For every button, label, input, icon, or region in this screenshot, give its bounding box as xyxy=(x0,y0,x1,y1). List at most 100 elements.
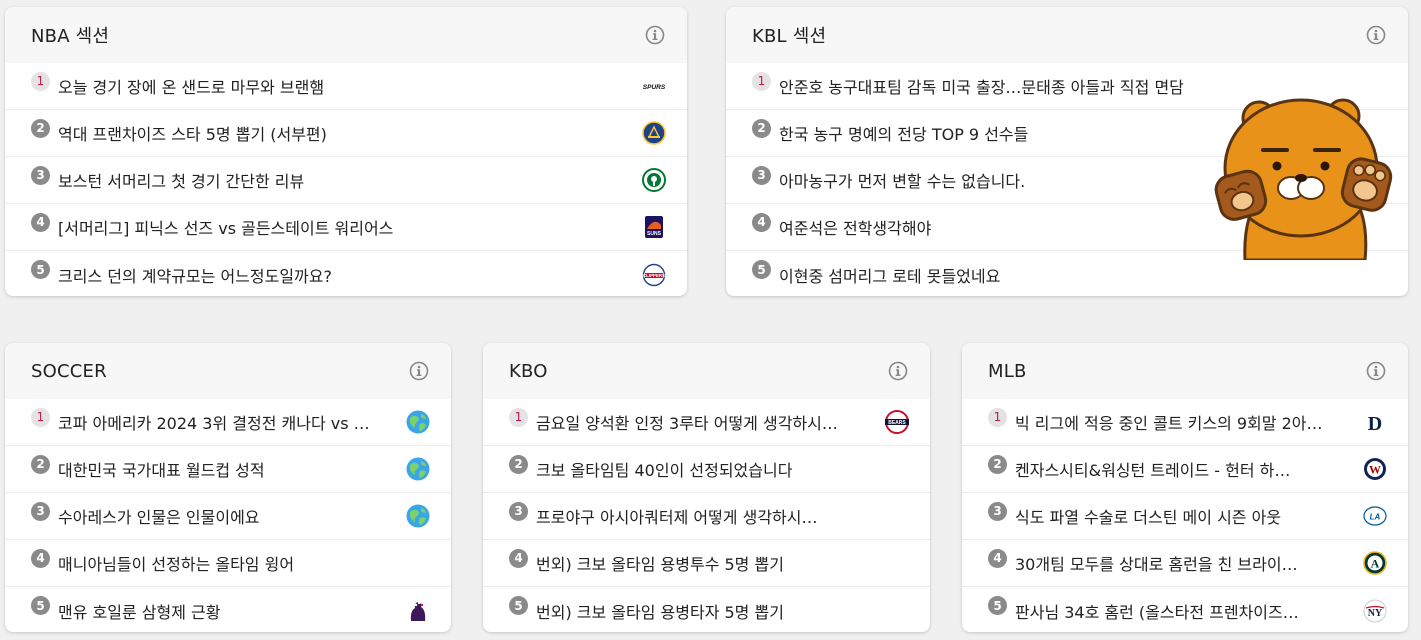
post-title[interactable]: 30개팀 모두를 상대로 홈런을 친 브라이… xyxy=(1015,551,1350,575)
rank-badge: 2 xyxy=(509,454,528,474)
list-item[interactable]: 4 여준석은 전학생각해야 xyxy=(726,204,1408,251)
info-icon[interactable] xyxy=(1366,25,1386,45)
mlb-section-card: MLB 1 빅 리그에 적응 중인 콜트 키스의 9회말 2아… D 2 켄자스… xyxy=(962,343,1408,632)
post-title[interactable]: 안준호 농구대표팀 감독 미국 출장…문태종 아들과 직접 면담 xyxy=(779,74,1388,98)
tigers-logo: D xyxy=(1362,409,1388,435)
post-title[interactable]: 크보 올타임팀 40인이 선정되었습니다 xyxy=(536,457,910,481)
post-title[interactable]: 매니아님들이 선정하는 올타임 윙어 xyxy=(58,551,431,575)
mlb-section-header: MLB xyxy=(962,343,1408,399)
rank-badge: 4 xyxy=(752,212,771,232)
premier-league-logo xyxy=(405,598,431,624)
list-item[interactable]: 2 역대 프랜차이즈 스타 5명 뽑기 (서부편) xyxy=(5,110,687,157)
list-item[interactable]: 1 코파 아메리카 2024 3위 결정전 캐나다 vs … xyxy=(5,399,451,446)
rank-badge: 3 xyxy=(752,165,771,185)
post-title[interactable]: 번외) 크보 올타임 용병타자 5명 뽑기 xyxy=(536,599,910,623)
rank-badge: 5 xyxy=(31,596,50,615)
list-item[interactable]: 5 판사님 34호 홈런 (올스타전 프렌차이즈… NY xyxy=(962,587,1408,632)
list-item[interactable]: 4 번외) 크보 올타임 용병투수 5명 뽑기 xyxy=(483,540,930,587)
rank-badge: 3 xyxy=(31,501,50,521)
post-title[interactable]: 여준석은 전학생각해야 xyxy=(779,215,1388,239)
post-title[interactable]: 프로야구 아시아쿼터제 어떻게 생각하시… xyxy=(536,504,910,528)
athletics-logo-text: A xyxy=(1371,557,1380,571)
globe-icon xyxy=(405,503,431,529)
post-title[interactable]: 수아레스가 인물은 인물이에요 xyxy=(58,504,393,528)
nba-section-title[interactable]: NBA 섹션 xyxy=(31,22,109,48)
post-title[interactable]: [서머리그] 피닉스 선즈 vs 골든스테이트 워리어스 xyxy=(58,215,629,239)
list-item[interactable]: 2 한국 농구 명예의 전당 TOP 9 선수들 xyxy=(726,110,1408,157)
rank-badge: 3 xyxy=(31,165,50,185)
post-title[interactable]: 보스턴 서머리그 첫 경기 간단한 리뷰 xyxy=(58,168,629,192)
tigers-logo-text: D xyxy=(1368,413,1382,434)
post-title[interactable]: 코파 아메리카 2024 3위 결정전 캐나다 vs … xyxy=(58,410,393,434)
soccer-section-card: SOCCER 1 코파 아메리카 2024 3위 결정전 캐나다 vs … 2 … xyxy=(5,343,451,632)
list-item[interactable]: 3 프로야구 아시아쿼터제 어떻게 생각하시… xyxy=(483,493,930,540)
post-title[interactable]: 오늘 경기 장에 온 샌드로 마무와 브랜햄 xyxy=(58,74,629,98)
info-icon[interactable] xyxy=(645,25,665,45)
post-title[interactable]: 빅 리그에 적응 중인 콜트 키스의 9회말 2아… xyxy=(1015,410,1350,434)
nba-section-header: NBA 섹션 xyxy=(5,7,687,63)
post-title[interactable]: 한국 농구 명예의 전당 TOP 9 선수들 xyxy=(779,121,1388,145)
list-item[interactable]: 1 안준호 농구대표팀 감독 미국 출장…문태종 아들과 직접 면담 xyxy=(726,63,1408,110)
bears-logo: BEARS xyxy=(884,409,910,435)
kbl-section-title[interactable]: KBL 섹션 xyxy=(752,22,826,48)
list-item[interactable]: 3 보스턴 서머리그 첫 경기 간단한 리뷰 xyxy=(5,157,687,204)
list-item[interactable]: 3 식도 파열 수술로 더스틴 메이 시즌 아웃 LA xyxy=(962,493,1408,540)
post-title[interactable]: 금요일 양석환 인정 3루타 어떻게 생각하시… xyxy=(536,410,872,434)
rank-badge: 2 xyxy=(31,118,50,138)
soccer-section-header: SOCCER xyxy=(5,343,451,399)
list-item[interactable]: 4 30개팀 모두를 상대로 홈런을 친 브라이… A xyxy=(962,540,1408,587)
info-icon[interactable] xyxy=(409,361,429,381)
kbo-post-list: 1 금요일 양석환 인정 3루타 어떻게 생각하시… BEARS 2 크보 올타… xyxy=(483,399,930,632)
soccer-post-list: 1 코파 아메리카 2024 3위 결정전 캐나다 vs … 2 대한민국 국가… xyxy=(5,399,451,632)
list-item[interactable]: 3 수아레스가 인물은 인물이에요 xyxy=(5,493,451,540)
list-item[interactable]: 3 아마농구가 먼저 변할 수는 없습니다. xyxy=(726,157,1408,204)
list-item[interactable]: 5 번외) 크보 올타임 용병타자 5명 뽑기 xyxy=(483,587,930,632)
kbo-section-card: KBO 1 금요일 양석환 인정 3루타 어떻게 생각하시… BEARS 2 크… xyxy=(483,343,930,632)
athletics-logo: A xyxy=(1362,550,1388,576)
rank-badge: 1 xyxy=(752,71,771,91)
rank-badge: 2 xyxy=(752,118,771,138)
list-item[interactable]: 2 켄자스시티&워싱턴 트레이드 - 헌터 하… W xyxy=(962,446,1408,493)
post-title[interactable]: 번외) 크보 올타임 용병투수 5명 뽑기 xyxy=(536,551,910,575)
rank-badge: 5 xyxy=(988,596,1007,615)
soccer-section-title[interactable]: SOCCER xyxy=(31,361,107,382)
info-icon[interactable] xyxy=(888,361,908,381)
list-item[interactable]: 1 빅 리그에 적응 중인 콜트 키스의 9회말 2아… D xyxy=(962,399,1408,446)
post-title[interactable]: 켄자스시티&워싱턴 트레이드 - 헌터 하… xyxy=(1015,457,1350,481)
kbo-section-title[interactable]: KBO xyxy=(509,361,548,382)
rank-badge: 5 xyxy=(752,260,771,279)
rank-badge: 1 xyxy=(31,407,50,427)
mlb-section-title[interactable]: MLB xyxy=(988,361,1027,382)
list-item[interactable]: 4 매니아님들이 선정하는 올타임 윙어 xyxy=(5,540,451,587)
spurs-logo: SPURS xyxy=(641,73,667,99)
clippers-logo: CLIPPERS xyxy=(641,262,667,288)
kbl-section-header: KBL 섹션 xyxy=(726,7,1408,63)
post-title[interactable]: 대한민국 국가대표 월드컵 성적 xyxy=(58,457,393,481)
post-title[interactable]: 아마농구가 먼저 변할 수는 없습니다. xyxy=(779,168,1388,192)
list-item[interactable]: 1 금요일 양석환 인정 3루타 어떻게 생각하시… BEARS xyxy=(483,399,930,446)
list-item[interactable]: 5 맨유 호일룬 삼형제 근황 xyxy=(5,587,451,632)
post-title[interactable]: 역대 프랜차이즈 스타 5명 뽑기 (서부편) xyxy=(58,121,629,145)
globe-icon xyxy=(405,409,431,435)
list-item[interactable]: 4 [서머리그] 피닉스 선즈 vs 골든스테이트 워리어스 SUNS xyxy=(5,204,687,251)
post-title[interactable]: 맨유 호일룬 삼형제 근황 xyxy=(58,599,393,623)
rank-badge: 2 xyxy=(988,454,1007,474)
post-title[interactable]: 크리스 던의 계약규모는 어느정도일까요? xyxy=(58,263,629,287)
info-icon[interactable] xyxy=(1366,361,1386,381)
post-title[interactable]: 이현중 섬머리그 로테 못들었네요 xyxy=(779,263,1388,287)
warriors-logo xyxy=(641,120,667,146)
post-title[interactable]: 판사님 34호 홈런 (올스타전 프렌차이즈… xyxy=(1015,599,1350,623)
spurs-logo-text: SPURS xyxy=(643,84,666,91)
clippers-logo-text: CLIPPERS xyxy=(643,273,665,278)
post-title[interactable]: 식도 파열 수술로 더스틴 메이 시즌 아웃 xyxy=(1015,504,1350,528)
nba-section-card: NBA 섹션 1 오늘 경기 장에 온 샌드로 마무와 브랜햄 SPURS 2 … xyxy=(5,7,687,296)
list-item[interactable]: 5 이현중 섬머리그 로테 못들었네요 xyxy=(726,251,1408,296)
list-item[interactable]: 2 크보 올타임팀 40인이 선정되었습니다 xyxy=(483,446,930,493)
list-item[interactable]: 2 대한민국 국가대표 월드컵 성적 xyxy=(5,446,451,493)
dodgers-logo-text: LA xyxy=(1370,513,1381,522)
yankees-logo: NY xyxy=(1362,598,1388,624)
celtics-logo xyxy=(641,167,667,193)
nationals-logo: W xyxy=(1362,456,1388,482)
list-item[interactable]: 1 오늘 경기 장에 온 샌드로 마무와 브랜햄 SPURS xyxy=(5,63,687,110)
list-item[interactable]: 5 크리스 던의 계약규모는 어느정도일까요? CLIPPERS xyxy=(5,251,687,296)
